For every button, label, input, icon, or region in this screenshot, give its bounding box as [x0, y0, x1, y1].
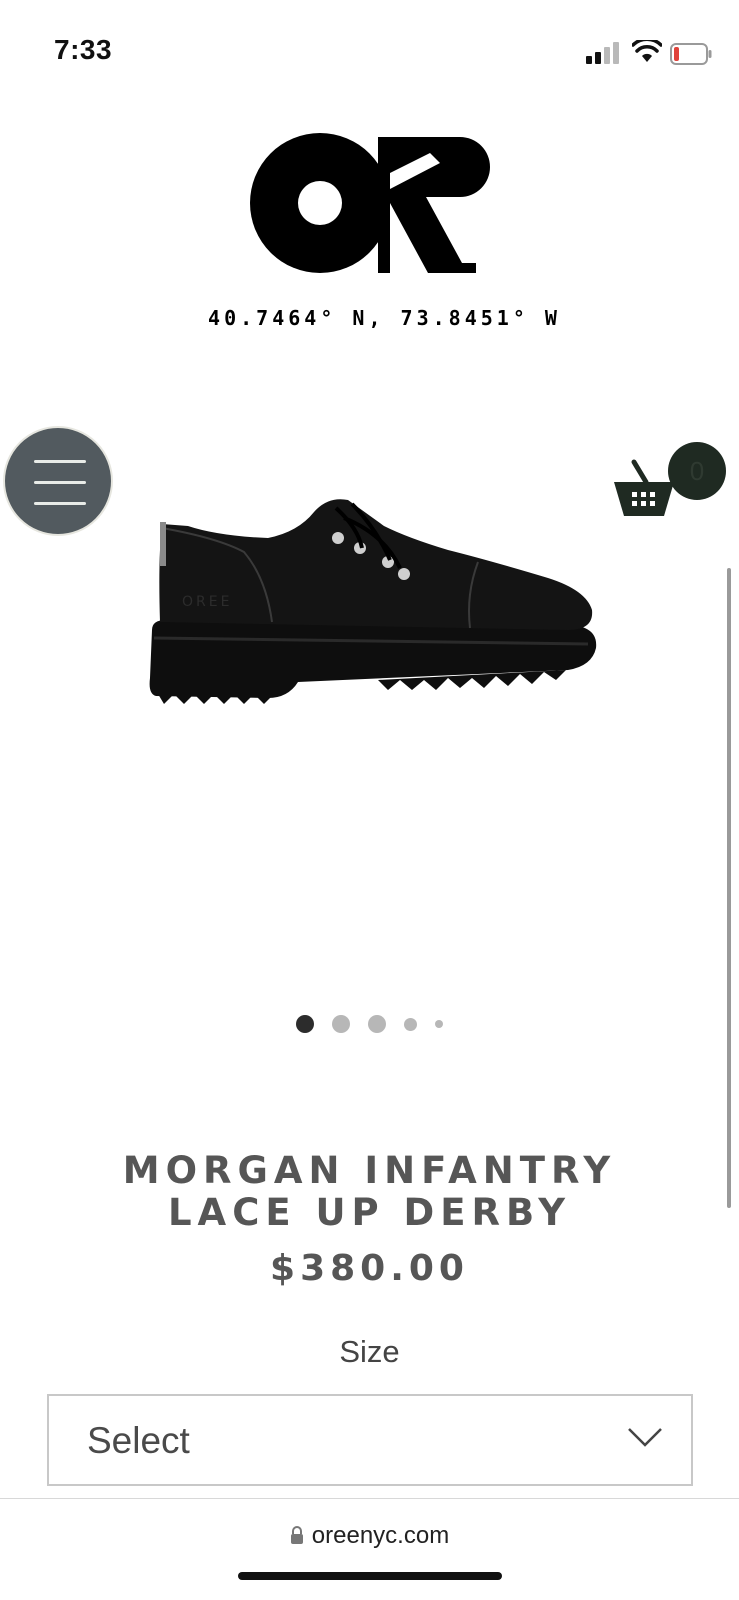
shopping-basket-icon[interactable]: [612, 458, 676, 520]
product-title-line-2: LACE UP DERBY: [167, 1191, 571, 1234]
svg-text:OREE: OREE: [182, 594, 232, 610]
browser-url: oreenyc.com: [311, 1522, 450, 1549]
hamburger-menu-icon: [34, 460, 86, 463]
menu-button[interactable]: [3, 426, 113, 536]
size-label: Size: [339, 1334, 400, 1369]
size-select[interactable]: Select: [47, 1394, 693, 1486]
carousel-dot-1[interactable]: [296, 1015, 314, 1033]
product-title: MORGAN INFANTRY LACE UP DERBY: [0, 1150, 739, 1234]
brand-coordinates: 40.7464° N, 73.8451° W: [208, 306, 561, 330]
product-price: $380.00: [270, 1248, 469, 1289]
lock-icon: [290, 1526, 303, 1544]
carousel-dot-2[interactable]: [332, 1015, 350, 1033]
status-time: 7:33: [54, 34, 113, 65]
cellular-signal-icon: [586, 42, 619, 64]
size-select-value: Select: [87, 1420, 190, 1461]
brand-logo[interactable]: [250, 133, 490, 276]
carousel-dot-4[interactable]: [404, 1017, 417, 1031]
carousel-dots: [0, 1012, 739, 1036]
browser-bar-divider: [0, 1498, 739, 1499]
page-scrollbar[interactable]: [727, 568, 731, 1208]
browser-url-bar[interactable]: oreenyc.com: [0, 1522, 739, 1550]
cart-count-badge[interactable]: 0: [668, 442, 726, 500]
chevron-down-icon: [628, 1428, 662, 1447]
wifi-icon: [632, 40, 662, 62]
home-indicator[interactable]: [238, 1572, 502, 1580]
carousel-dot-3[interactable]: [368, 1015, 386, 1033]
product-title-line-1: MORGAN INFANTRY: [122, 1149, 617, 1192]
battery-low-icon: [670, 43, 712, 65]
carousel-dot-5[interactable]: [435, 1020, 443, 1028]
product-image[interactable]: OREE: [148, 498, 608, 720]
